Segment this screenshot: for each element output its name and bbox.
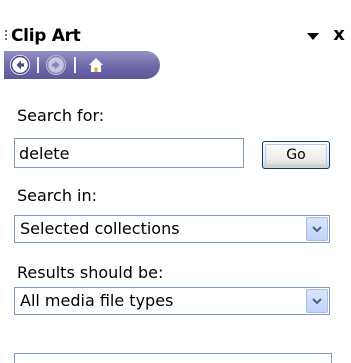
close-button[interactable]: x	[329, 25, 349, 45]
pane-header: Clip Art x	[0, 0, 351, 52]
toolbar-separator	[37, 57, 39, 73]
chevron-down-icon[interactable]	[306, 289, 328, 313]
results-should-be-label: Results should be:	[17, 263, 164, 282]
results-type-selected-value: All media file types	[20, 291, 174, 310]
search-in-label: Search in:	[17, 186, 98, 205]
go-button[interactable]: Go	[262, 141, 330, 169]
drag-grip-icon[interactable]	[5, 30, 8, 42]
results-type-dropdown[interactable]: All media file types	[14, 287, 330, 315]
back-arrow-icon[interactable]	[10, 55, 30, 75]
navigation-toolbar	[4, 51, 160, 79]
forward-arrow-icon[interactable]	[46, 55, 66, 75]
results-area[interactable]	[14, 353, 332, 363]
pane-title: Clip Art	[11, 26, 81, 46]
toolbar-separator	[74, 57, 76, 73]
dropdown-arrow-icon[interactable]	[307, 33, 319, 40]
chevron-down-icon[interactable]	[306, 217, 328, 241]
search-input[interactable]	[14, 138, 244, 168]
search-in-dropdown[interactable]: Selected collections	[14, 215, 330, 243]
search-in-selected-value: Selected collections	[20, 219, 180, 238]
clip-art-task-pane: Clip Art x Search for: Go Search i	[0, 0, 351, 363]
search-for-label: Search for:	[17, 106, 105, 125]
home-icon[interactable]	[86, 55, 106, 75]
